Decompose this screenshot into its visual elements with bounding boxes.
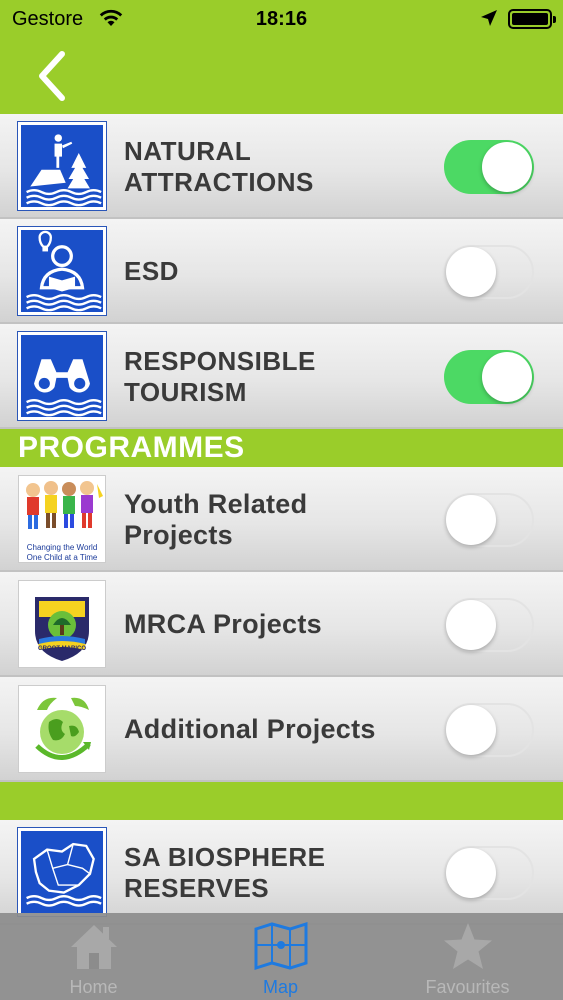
section-divider (0, 782, 563, 820)
mrca-logo: GROOT MARICO (19, 581, 105, 667)
toggle-mrca-projects[interactable] (444, 598, 534, 652)
logo-text: GROOT MARICO (38, 646, 86, 652)
toggle-additional-projects[interactable] (444, 703, 534, 757)
list-item-label: Additional Projects (124, 714, 376, 744)
list-item-label: MRCA Projects (124, 609, 322, 639)
location-arrow-icon (481, 10, 497, 26)
natural-attractions-icon (17, 121, 107, 211)
green-globe-image (18, 685, 106, 773)
list-item-label: RESPONSIBLE TOURISM (124, 345, 316, 407)
list-item-label: NATURAL ATTRACTIONS (124, 135, 314, 197)
list-item-label: SA BIOSPHERE RESERVES (124, 841, 326, 903)
navigation-header: Gestore 18:16 (0, 0, 563, 114)
list-item-label: Youth Related Projects (124, 488, 308, 550)
list-item-mrca-projects[interactable]: GROOT MARICO MRCA Projects (0, 572, 563, 677)
list-item-esd[interactable]: ESD (0, 219, 563, 324)
home-icon (70, 925, 117, 969)
responsible-tourism-icon (17, 331, 107, 421)
list-item-youth-projects[interactable]: Changing the World One Child at a Time Y… (0, 467, 563, 572)
map-icon (254, 921, 307, 971)
tab-label: Home (69, 977, 118, 997)
list-item-sa-biosphere-reserves[interactable]: SA BIOSPHERE RESERVES (0, 820, 563, 925)
battery-icon (508, 9, 556, 29)
image-caption: One Child at a Time (26, 553, 98, 562)
tab-label: Map (262, 977, 298, 997)
tab-bar: Home Map Favourites (0, 913, 563, 1000)
star-icon (443, 923, 492, 969)
tab-map[interactable]: Map (187, 913, 374, 1000)
list-item-additional-projects[interactable]: Additional Projects (0, 677, 563, 782)
esd-icon (17, 226, 107, 316)
list-item-label: ESD (124, 256, 179, 286)
section-header-programmes: PROGRAMMES (0, 429, 563, 467)
status-bar: Gestore 18:16 (0, 0, 563, 40)
toggle-natural-attractions[interactable] (444, 140, 534, 194)
list-item-natural-attractions[interactable]: NATURAL ATTRACTIONS (0, 114, 563, 219)
tab-label: Favourites (425, 977, 510, 997)
youth-projects-image: Changing the World One Child at a Time (18, 475, 106, 563)
list-item-responsible-tourism[interactable]: RESPONSIBLE TOURISM (0, 324, 563, 429)
mrca-logo-image: GROOT MARICO (18, 580, 106, 668)
toggle-youth-projects[interactable] (444, 493, 534, 547)
tab-favourites[interactable]: Favourites (374, 913, 561, 1000)
status-time: 18:16 (255, 8, 308, 30)
toggle-sa-biosphere-reserves[interactable] (444, 846, 534, 900)
globe-illustration (19, 686, 105, 772)
tab-home[interactable]: Home (0, 913, 187, 1000)
layer-list: NATURAL ATTRACTIONS ESD RESPONSIBLE TOUR… (0, 114, 563, 925)
sa-map-icon (17, 827, 107, 917)
image-caption: Changing the World (26, 543, 98, 552)
toggle-responsible-tourism[interactable] (444, 350, 534, 404)
toggle-esd[interactable] (444, 245, 534, 299)
children-illustration (19, 476, 105, 538)
chevron-left-icon[interactable] (30, 48, 78, 104)
